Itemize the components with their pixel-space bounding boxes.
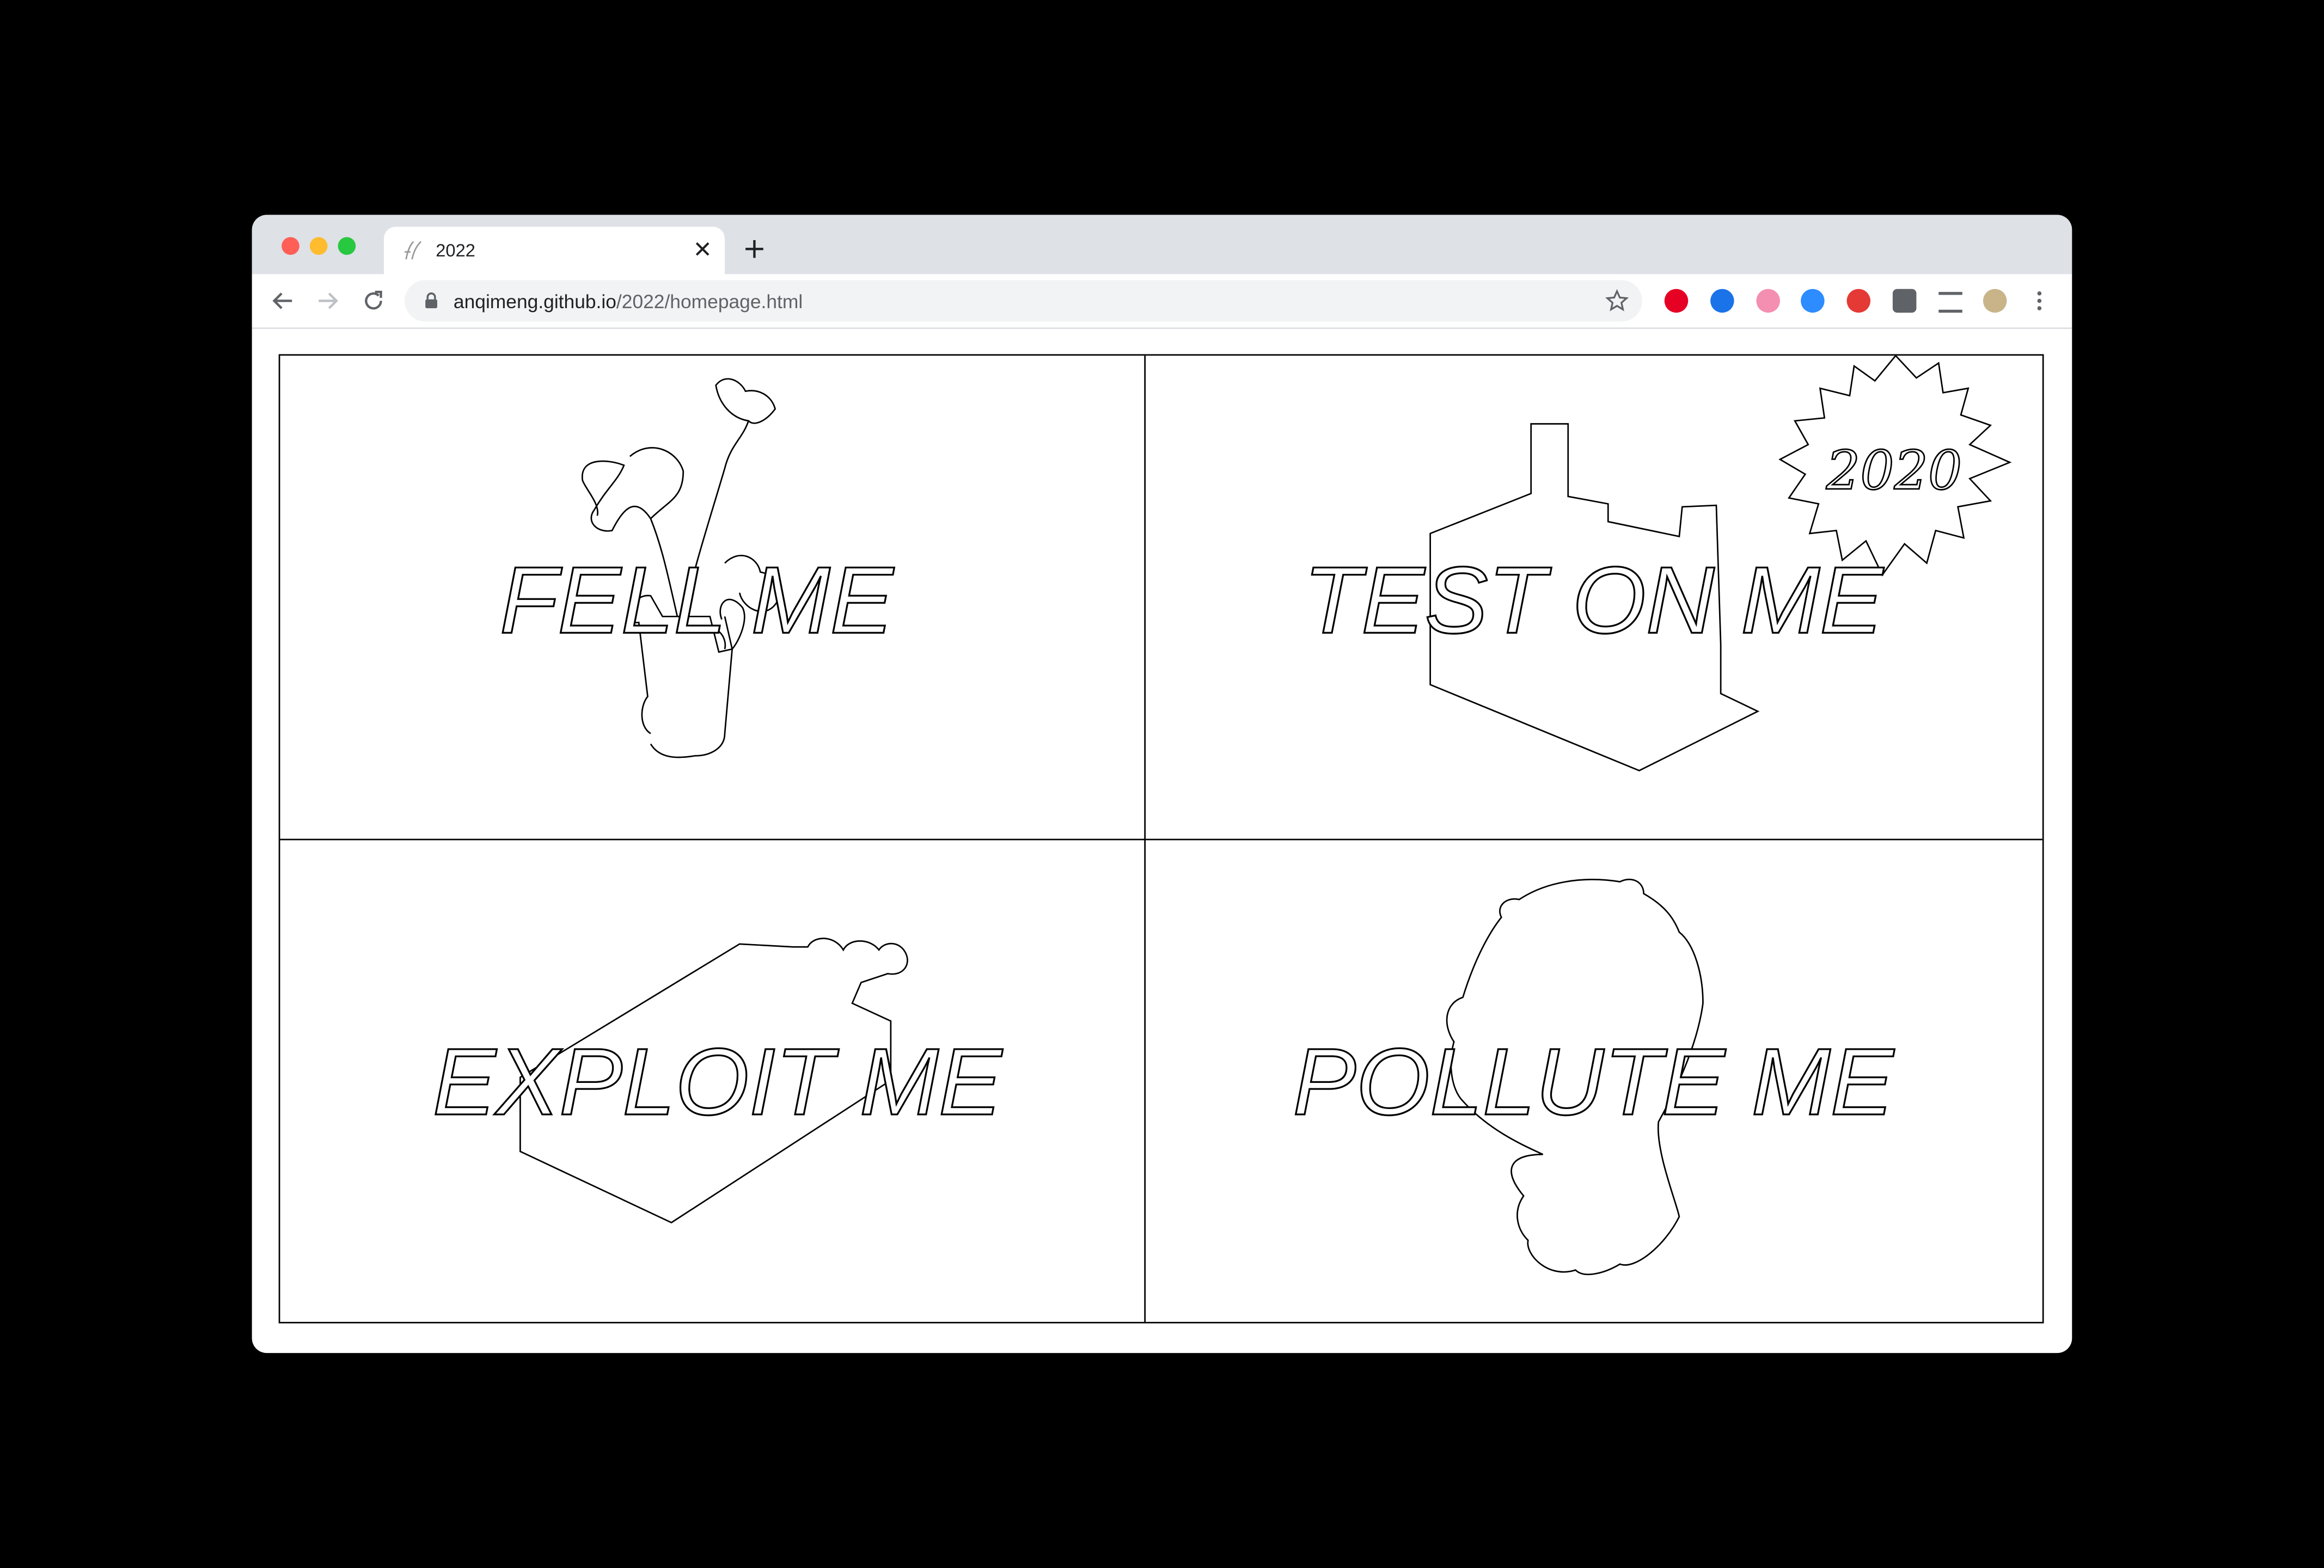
pink-extension-icon[interactable] xyxy=(1756,289,1781,313)
page-content: FELL ME 2020 TEST ON ME EXPLOIT ME POLLU… xyxy=(252,329,2072,1353)
url-path: /2022/homepage.html xyxy=(616,290,803,313)
minimize-window-button[interactable] xyxy=(309,237,328,255)
head-silhouette-illustration: POLLUTE ME xyxy=(1292,879,1895,1275)
new-tab-icon[interactable] xyxy=(743,237,767,261)
building-cloud-illustration: EXPLOIT ME xyxy=(432,938,1004,1224)
site-favicon-icon xyxy=(405,241,421,260)
pollute-me-label: POLLUTE ME xyxy=(1293,1028,1894,1135)
year-2020-label: 2020 xyxy=(1826,440,1962,502)
forward-icon[interactable] xyxy=(316,289,340,313)
zoom-icon[interactable] xyxy=(1801,289,1825,313)
browser-toolbar: anqimeng.github.io/2022/homepage.html xyxy=(252,274,2072,329)
screenshot-stage: 2022 anqimeng.github.io/2022/homepage.ht… xyxy=(0,0,2324,1568)
profile-avatar[interactable] xyxy=(1983,289,2007,313)
red-sync-icon[interactable] xyxy=(1846,289,1871,313)
pinterest-icon[interactable] xyxy=(1664,289,1689,313)
tab-close-icon[interactable] xyxy=(692,238,713,259)
exploit-me-panel[interactable]: EXPLOIT ME xyxy=(280,840,1144,1325)
plant-pot-illustration: FELL ME xyxy=(499,378,895,758)
browser-tab[interactable]: 2022 xyxy=(383,226,725,274)
tab-strip: 2022 xyxy=(252,215,2072,274)
lock-icon[interactable] xyxy=(424,292,438,310)
year-burst-badge: 2020 xyxy=(1778,356,2012,577)
test-on-me-label: TEST ON ME xyxy=(1304,547,1884,653)
browser-window: 2022 anqimeng.github.io/2022/homepage.ht… xyxy=(252,215,2072,1353)
pollute-me-panel[interactable]: POLLUTE ME xyxy=(1146,840,2045,1325)
url-domain: anqimeng.github.io xyxy=(453,290,616,313)
back-icon[interactable] xyxy=(271,289,295,313)
more-menu-icon[interactable] xyxy=(2028,289,2052,313)
address-bar[interactable]: anqimeng.github.io/2022/homepage.html xyxy=(405,280,1642,322)
media-queue-icon[interactable] xyxy=(1938,292,1962,313)
fell-me-panel[interactable]: FELL ME xyxy=(280,356,1144,838)
blue-extension-icon[interactable] xyxy=(1710,289,1734,313)
exploit-me-label: EXPLOIT ME xyxy=(433,1028,1003,1135)
maximize-window-button[interactable] xyxy=(338,237,356,255)
panel-grid: FELL ME 2020 TEST ON ME EXPLOIT ME POLLU… xyxy=(278,354,2045,1325)
factory-illustration: 2020 TEST ON ME xyxy=(1302,356,2012,771)
reload-icon[interactable] xyxy=(362,289,386,313)
tab-title: 2022 xyxy=(436,240,475,261)
puzzle-icon[interactable] xyxy=(1892,289,1917,313)
fell-me-label: FELL ME xyxy=(500,547,895,653)
close-window-button[interactable] xyxy=(282,237,299,255)
test-on-me-panel[interactable]: 2020 TEST ON ME xyxy=(1146,356,2045,838)
url-text: anqimeng.github.io/2022/homepage.html xyxy=(454,290,803,313)
bookmark-star-icon[interactable] xyxy=(1605,289,1629,313)
